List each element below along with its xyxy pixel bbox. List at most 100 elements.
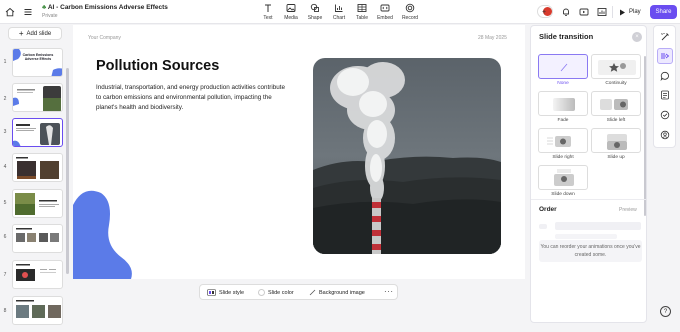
top-bar: ♣ AI - Carbon Emissions Adverse Effects …	[0, 0, 680, 24]
order-empty-message: You can reorder your animations once you…	[539, 240, 642, 262]
slide-style-button[interactable]: Slide style	[207, 289, 244, 296]
slide-color-label: Slide color	[268, 289, 294, 296]
tool-media[interactable]: Media	[279, 3, 303, 21]
toolbar-divider	[612, 6, 613, 18]
continuity-icon	[598, 60, 636, 75]
transition-none[interactable]	[538, 54, 588, 79]
text-icon	[265, 4, 271, 12]
slides-scrollbar[interactable]	[66, 68, 69, 274]
more-options-icon[interactable]: ···	[384, 287, 394, 296]
transition-none-label: None	[557, 81, 569, 86]
slide-color-button[interactable]: Slide color	[258, 289, 294, 296]
doc-title[interactable]: ♣ AI - Carbon Emissions Adverse Effects	[42, 4, 168, 11]
share-button[interactable]: Share	[650, 5, 677, 19]
slide-thumbnail-6[interactable]	[12, 224, 63, 253]
slide-body[interactable]: Industrial, transportation, and energy p…	[96, 83, 286, 113]
transition-icon[interactable]	[657, 48, 673, 64]
embed-icon	[380, 4, 390, 12]
menu-icon[interactable]	[22, 6, 34, 18]
play-button[interactable]: Play	[616, 5, 644, 19]
play-icon	[620, 9, 625, 15]
thumb-content-icon	[16, 300, 61, 318]
placeholder-bar	[555, 234, 617, 239]
home-icon[interactable]	[4, 6, 16, 18]
tool-shape[interactable]: Shape	[303, 3, 327, 21]
thumb-number: 5	[3, 200, 7, 206]
none-icon	[560, 63, 568, 72]
tool-table[interactable]: Table	[350, 3, 374, 21]
slide-date[interactable]: 28 May 2025	[478, 35, 507, 41]
transition-slide-down-label: Slide down	[551, 192, 575, 197]
thumb-number: 1	[3, 59, 7, 65]
thumb-number: 2	[3, 96, 7, 102]
transition-slide-left[interactable]	[591, 91, 641, 116]
tool-record[interactable]: Record	[398, 3, 422, 21]
transition-panel: Slide transition × None Continuity Fade …	[530, 25, 647, 323]
thumb-content-icon	[13, 86, 61, 111]
background-image-button[interactable]: Background image	[309, 289, 365, 296]
slide-heading[interactable]: Pollution Sources	[96, 58, 219, 74]
slide-left-icon	[600, 99, 628, 110]
doc-emoji-icon: ♣	[42, 4, 47, 11]
thumb-title: Carbon Emissions Adverse Effects	[22, 53, 54, 61]
shape-icon	[310, 3, 319, 12]
chart-icon	[335, 4, 343, 12]
company-name[interactable]: Your Company	[88, 35, 121, 41]
plus-icon: +	[18, 29, 24, 38]
transition-slide-down[interactable]	[538, 165, 588, 190]
thumb-content-icon	[15, 193, 59, 215]
transition-fade[interactable]	[538, 91, 588, 116]
transition-continuity[interactable]	[591, 54, 641, 79]
smokestack-photo-icon	[313, 58, 501, 254]
slide-canvas[interactable]: Your Company 28 May 2025 Pollution Sourc…	[73, 25, 525, 279]
transition-slide-right[interactable]	[538, 128, 588, 153]
comment-icon[interactable]	[657, 68, 673, 84]
transition-fade-label: Fade	[557, 118, 569, 123]
slide-photo[interactable]	[313, 58, 501, 254]
tool-chart-label: Chart	[332, 15, 346, 21]
slide-thumbnail-1[interactable]: Carbon Emissions Adverse Effects	[12, 48, 63, 77]
slide-right-icon	[547, 136, 571, 147]
close-icon[interactable]: ×	[632, 32, 642, 42]
add-slide-button[interactable]: + Add slide	[8, 27, 62, 40]
present-icon[interactable]	[578, 6, 590, 18]
notes-icon[interactable]	[657, 87, 673, 103]
tool-table-label: Table	[356, 15, 368, 21]
account-icon[interactable]	[657, 127, 673, 143]
help-icon[interactable]: ?	[660, 306, 671, 317]
play-label: Play	[629, 9, 641, 15]
check-icon[interactable]	[657, 107, 673, 123]
slide-thumbnail-7[interactable]	[12, 260, 63, 289]
magic-icon[interactable]	[657, 29, 673, 45]
decorative-blob-icon	[73, 190, 132, 279]
add-slide-label: Add slide	[26, 30, 52, 37]
slide-thumbnail-5[interactable]	[12, 189, 63, 218]
transition-continuity-label: Continuity	[605, 81, 627, 86]
tool-embed[interactable]: Embed	[373, 3, 397, 21]
fade-icon	[553, 98, 575, 111]
slide-thumbnail-2[interactable]	[12, 83, 63, 112]
placeholder-dot	[539, 224, 547, 229]
analytics-icon[interactable]	[596, 6, 608, 18]
table-icon	[357, 4, 367, 12]
transition-slide-up[interactable]	[591, 128, 641, 153]
placeholder-bar	[555, 222, 641, 230]
tool-text[interactable]: Text	[256, 3, 280, 21]
panel-scrollbar[interactable]	[644, 56, 646, 216]
record-icon	[405, 3, 415, 13]
tool-media-label: Media	[284, 15, 298, 21]
slides-panel: + Add slide 1 Carbon Emissions Adverse E…	[0, 24, 70, 332]
slide-thumbnail-3[interactable]	[12, 118, 63, 147]
slide-style-label: Slide style	[219, 289, 245, 296]
order-title: Order	[539, 206, 557, 213]
slide-thumbnail-8[interactable]	[12, 296, 63, 325]
tool-chart[interactable]: Chart	[327, 3, 351, 21]
bell-icon[interactable]	[560, 6, 572, 18]
preview-button[interactable]: Preview	[619, 207, 637, 213]
thumb-content-icon	[16, 264, 56, 281]
background-image-label: Background image	[319, 289, 365, 296]
media-icon	[286, 4, 296, 12]
slide-thumbnail-4[interactable]	[12, 153, 63, 182]
thumb-content-icon	[13, 123, 60, 146]
panel-title: Slide transition	[539, 32, 594, 41]
